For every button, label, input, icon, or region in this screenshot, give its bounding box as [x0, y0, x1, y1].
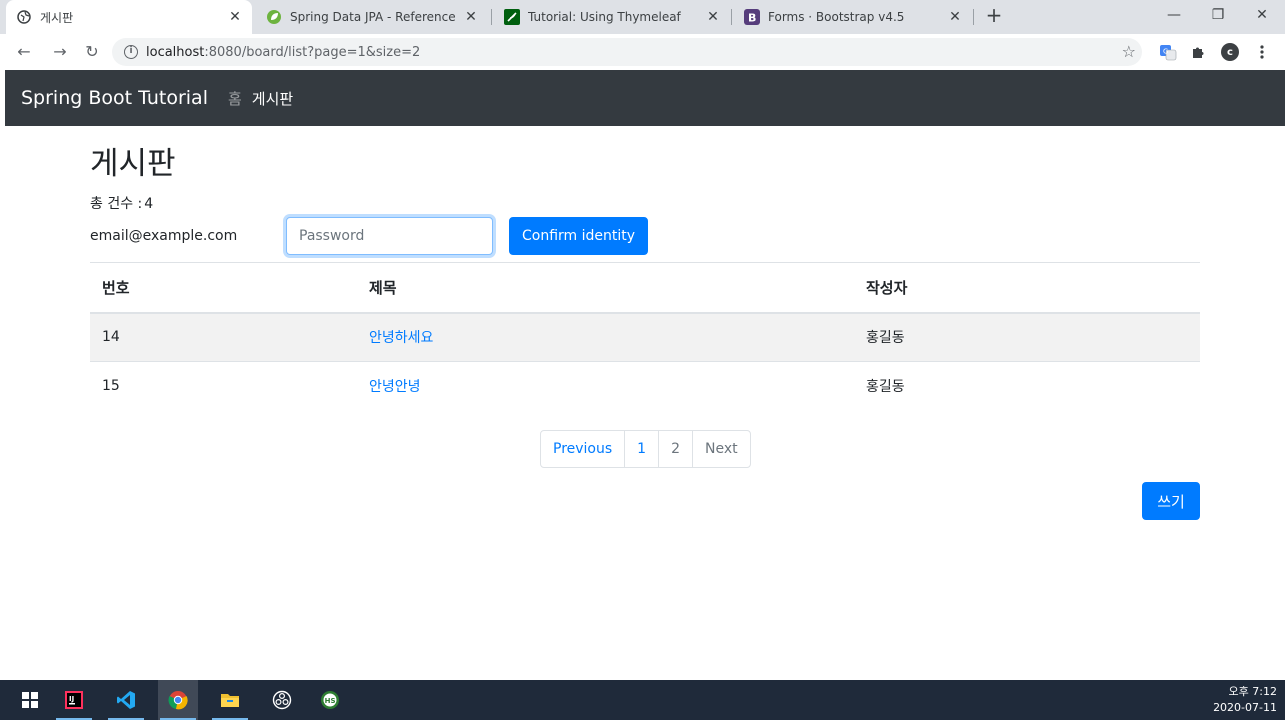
post-title-link[interactable]: 안녕안녕: [369, 379, 421, 395]
new-tab-button[interactable]: +: [982, 4, 1006, 28]
tab-bootstrap-forms[interactable]: B Forms · Bootstrap v4.5 ✕: [734, 0, 972, 34]
reload-icon[interactable]: ↻: [80, 40, 104, 64]
restore-button[interactable]: ❐: [1196, 0, 1240, 32]
url-path: :8080/board/list?page=1&size=2: [204, 44, 421, 60]
table-row: 14 안녕하세요 홍길동: [90, 312, 1200, 362]
navbar-brand[interactable]: Spring Boot Tutorial: [21, 87, 208, 109]
url-host: localhost: [146, 44, 205, 60]
globe-icon: [16, 9, 32, 25]
file-explorer-icon[interactable]: [210, 680, 250, 720]
top-navbar: Spring Boot Tutorial 홈 게시판: [5, 70, 1285, 126]
close-tab-icon[interactable]: ✕: [460, 9, 482, 25]
thymeleaf-icon: [504, 9, 520, 25]
tab-board[interactable]: 게시판 ✕: [6, 0, 252, 34]
svg-text:B: B: [748, 12, 756, 25]
spring-leaf-icon: [266, 9, 282, 25]
header-author: 작성자: [854, 262, 1200, 314]
total-count: 총 건수 :4: [90, 194, 1200, 216]
browser-menu-icon[interactable]: [1252, 42, 1272, 62]
intellij-icon[interactable]: IJ: [54, 680, 94, 720]
tab-title: 게시판: [40, 10, 74, 25]
confirm-identity-button[interactable]: Confirm identity: [509, 217, 649, 255]
page-next[interactable]: Next: [692, 430, 751, 468]
identity-form: email@example.com Confirm identity: [90, 216, 1200, 256]
clock-time: 오후 7:12: [1228, 685, 1277, 698]
windows-taskbar: IJ HS 오후 7:12 2020-07-11: [0, 680, 1285, 720]
page-previous[interactable]: Previous: [540, 430, 626, 468]
tab-separator: [491, 9, 492, 25]
minimize-button[interactable]: —: [1152, 0, 1196, 32]
profile-initial: c: [1227, 46, 1233, 58]
table-header-row: 번호 제목 작성자: [90, 262, 1200, 314]
pagination: Previous 1 2 Next: [540, 430, 751, 468]
header-title: 제목: [357, 262, 854, 314]
nav-link-home[interactable]: 홈: [228, 88, 242, 109]
windows-start-icon[interactable]: [10, 680, 50, 720]
close-tab-icon[interactable]: ✕: [944, 9, 966, 25]
total-label: 총 건수 :: [90, 196, 143, 212]
page-2[interactable]: 2: [658, 430, 694, 468]
cell-number: 15: [90, 361, 357, 411]
extensions-puzzle-icon[interactable]: [1188, 42, 1208, 62]
cell-author: 홍길동: [854, 312, 1200, 362]
taskbar-clock[interactable]: 오후 7:12 2020-07-11: [1213, 684, 1277, 716]
bookmark-star-icon[interactable]: ☆: [1122, 42, 1136, 61]
svg-text:G: G: [1163, 48, 1168, 56]
email-text: email@example.com: [90, 228, 238, 244]
chrome-icon[interactable]: [158, 680, 198, 720]
bootstrap-icon: B: [744, 9, 760, 25]
page-1[interactable]: 1: [624, 430, 660, 468]
tab-separator: [973, 9, 974, 25]
tab-separator: [731, 9, 732, 25]
tab-spring-data-jpa[interactable]: Spring Data JPA - Reference Do ✕: [256, 0, 488, 34]
tab-title: Forms · Bootstrap v4.5: [768, 10, 905, 24]
forward-arrow-icon[interactable]: →: [48, 40, 72, 64]
window-close-button[interactable]: ✕: [1240, 0, 1284, 32]
page-title: 게시판: [90, 146, 176, 182]
total-value: 4: [144, 196, 154, 212]
translate-extension-icon[interactable]: G: [1158, 42, 1178, 62]
address-bar[interactable]: i localhost:8080/board/list?page=1&size=…: [112, 38, 1142, 66]
password-input[interactable]: [286, 217, 493, 255]
close-tab-icon[interactable]: ✕: [702, 9, 724, 25]
nav-link-board[interactable]: 게시판: [252, 88, 293, 109]
obs-studio-icon[interactable]: [262, 680, 302, 720]
browser-tab-strip: 게시판 ✕ Spring Data JPA - Reference Do ✕ T…: [0, 0, 1285, 34]
post-title-link[interactable]: 안녕하세요: [369, 330, 433, 346]
svg-text:IJ: IJ: [69, 695, 74, 703]
main-container: 게시판 총 건수 :4 email@example.com Confirm id…: [90, 140, 1200, 520]
tab-title: Spring Data JPA - Reference Do: [290, 10, 460, 24]
profile-avatar[interactable]: c: [1220, 42, 1240, 62]
heidisql-icon[interactable]: HS: [310, 680, 350, 720]
cell-title: 안녕하세요: [357, 312, 854, 362]
back-arrow-icon[interactable]: ←: [12, 40, 36, 64]
browser-toolbar: ← → ↻ i localhost:8080/board/list?page=1…: [0, 34, 1285, 70]
clock-date: 2020-07-11: [1213, 701, 1277, 714]
tab-thymeleaf[interactable]: Tutorial: Using Thymeleaf ✕: [494, 0, 730, 34]
cell-author: 홍길동: [854, 361, 1200, 411]
write-button[interactable]: 쓰기: [1142, 482, 1200, 520]
cell-number: 14: [90, 312, 357, 362]
table-row: 15 안녕안녕 홍길동: [90, 361, 1200, 411]
tab-title: Tutorial: Using Thymeleaf: [528, 10, 681, 24]
svg-text:HS: HS: [325, 697, 336, 705]
vscode-icon[interactable]: [106, 680, 146, 720]
url-text: localhost:8080/board/list?page=1&size=2: [146, 45, 420, 60]
header-number: 번호: [90, 262, 357, 314]
board-table: 번호 제목 작성자 14 안녕하세요 홍길동 15 안녕안녕 홍길동: [90, 262, 1200, 411]
info-icon[interactable]: i: [124, 45, 138, 59]
close-tab-icon[interactable]: ✕: [224, 9, 246, 25]
cell-title: 안녕안녕: [357, 361, 854, 411]
